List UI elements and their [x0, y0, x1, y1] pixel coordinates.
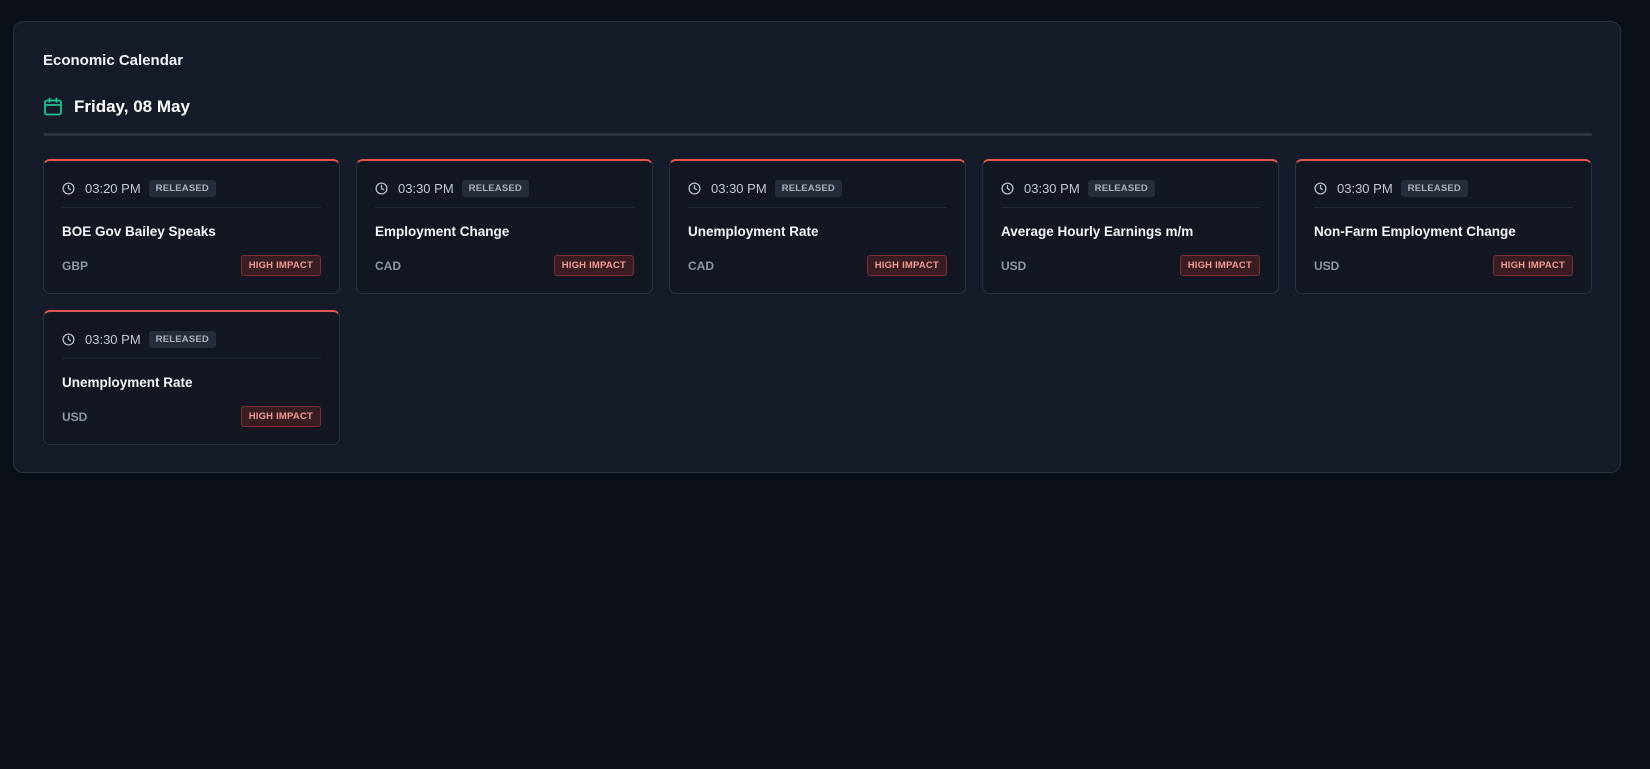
event-card[interactable]: 03:20 PM RELEASED BOE Gov Bailey Speaks … [43, 159, 340, 294]
status-badge: RELEASED [461, 180, 529, 197]
impact-badge: HIGH IMPACT [553, 255, 634, 276]
event-currency: CAD [688, 259, 714, 273]
impact-badge: HIGH IMPACT [240, 255, 321, 276]
event-time: 03:30 PM [85, 332, 141, 347]
status-badge: RELEASED [1087, 180, 1155, 197]
event-card[interactable]: 03:30 PM RELEASED Unemployment Rate USD … [43, 310, 340, 445]
event-card[interactable]: 03:30 PM RELEASED Unemployment Rate CAD … [669, 159, 966, 294]
event-currency: USD [1001, 259, 1027, 273]
economic-calendar-panel: Economic Calendar Friday, 08 May 03:20 P… [13, 21, 1621, 473]
events-grid: 03:20 PM RELEASED BOE Gov Bailey Speaks … [43, 159, 1593, 445]
event-card[interactable]: 03:30 PM RELEASED Non-Farm Employment Ch… [1295, 159, 1592, 294]
impact-badge: HIGH IMPACT [866, 255, 947, 276]
event-time: 03:30 PM [711, 181, 767, 196]
card-divider [62, 207, 321, 208]
clock-icon [62, 182, 75, 195]
clock-icon [62, 333, 75, 346]
status-badge: RELEASED [148, 331, 216, 348]
event-time: 03:30 PM [398, 181, 454, 196]
status-badge: RELEASED [148, 180, 216, 197]
event-time: 03:30 PM [1024, 181, 1080, 196]
card-divider [1001, 207, 1260, 208]
clock-icon [375, 182, 388, 195]
event-name: Non-Farm Employment Change [1314, 224, 1516, 239]
date-divider [43, 133, 1592, 136]
event-name: Unemployment Rate [62, 375, 193, 390]
event-currency: GBP [62, 259, 89, 273]
calendar-icon [43, 97, 63, 117]
impact-badge: HIGH IMPACT [1179, 255, 1260, 276]
date-label: Friday, 08 May [74, 97, 190, 116]
event-name: Unemployment Rate [688, 224, 819, 239]
card-divider [688, 207, 947, 208]
impact-badge: HIGH IMPACT [1492, 255, 1573, 276]
clock-icon [688, 182, 701, 195]
status-badge: RELEASED [1400, 180, 1468, 197]
event-time: 03:30 PM [1337, 181, 1393, 196]
event-name: BOE Gov Bailey Speaks [62, 224, 216, 239]
event-currency: USD [1314, 259, 1340, 273]
clock-icon [1001, 182, 1014, 195]
status-badge: RELEASED [774, 180, 842, 197]
event-currency: CAD [375, 259, 401, 273]
event-name: Employment Change [375, 224, 510, 239]
event-name: Average Hourly Earnings m/m [1001, 224, 1194, 239]
card-divider [375, 207, 634, 208]
panel-title: Economic Calendar [43, 52, 184, 69]
event-card[interactable]: 03:30 PM RELEASED Employment Change CAD … [356, 159, 653, 294]
card-divider [1314, 207, 1573, 208]
card-divider [62, 358, 321, 359]
event-time: 03:20 PM [85, 181, 141, 196]
clock-icon [1314, 182, 1327, 195]
event-currency: USD [62, 410, 88, 424]
impact-badge: HIGH IMPACT [240, 406, 321, 427]
event-card[interactable]: 03:30 PM RELEASED Average Hourly Earning… [982, 159, 1279, 294]
date-header: Friday, 08 May [43, 97, 190, 117]
